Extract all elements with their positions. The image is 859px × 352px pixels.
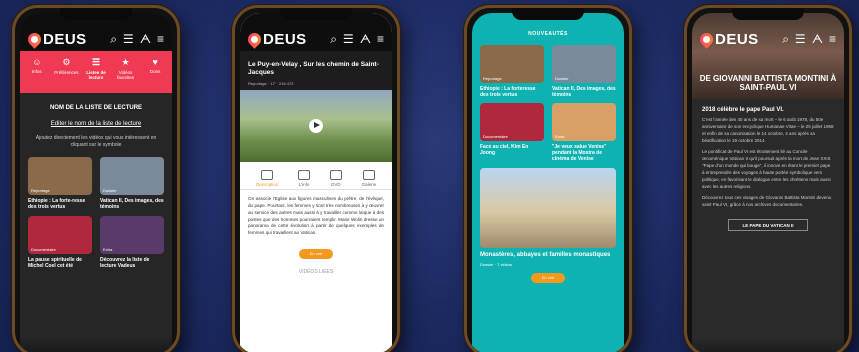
detail-tabs: Description L'info DVD Galerie xyxy=(240,162,392,190)
tab-infos[interactable]: ☺ Infos xyxy=(24,57,50,87)
menu-icon[interactable]: ≡ xyxy=(377,32,384,47)
heart-logo-icon xyxy=(245,29,264,49)
search-icon[interactable]: ⌕ xyxy=(330,32,337,47)
sliders-icon: ⚙ xyxy=(62,57,71,67)
logo[interactable]: DEUS xyxy=(697,29,759,49)
heart-icon: ♥ xyxy=(152,57,158,67)
edit-playlist-link[interactable]: Editer le nom de la liste de lecture xyxy=(20,121,172,127)
phone-playlist: DEUS ⌕ ☰ ᗅ ≡ ☺ Infos ⚙ Préférences ☰ Listes de… xyxy=(12,5,180,352)
star-icon: ★ xyxy=(121,57,130,67)
phone-notch xyxy=(280,8,352,20)
user-icon: ☺ xyxy=(32,57,42,67)
video-card[interactable]: Reportage Ethiopie : La forte-resse des … xyxy=(28,157,92,210)
heart-logo-icon xyxy=(697,29,716,49)
playlist-add-icon[interactable]: ☰ xyxy=(343,32,354,47)
dossier-button[interactable]: LE PAPE DU VATICAN II xyxy=(728,218,808,231)
playlist-title: NOM DE LA LISTE DE LECTURE xyxy=(49,105,143,111)
video-card[interactable]: Reportage Ethiopie : La forteresse des t… xyxy=(480,45,544,98)
phone-video-detail: DEUS ⌕ ☰ ᗅ ≡ Le Puy-en-Velay , Sur les chem… xyxy=(232,5,400,352)
video-card[interactable]: Documentaire La pause spirituelle de Mic… xyxy=(28,216,92,269)
phone-notch xyxy=(512,8,584,20)
dossier-heading: 2018 célèbre le pape Paul VI. xyxy=(702,107,784,113)
playlist-add-icon[interactable]: ☰ xyxy=(123,32,134,47)
see-more-button[interactable]: En voir xyxy=(299,249,333,260)
tab-donations[interactable]: ♥ Dons xyxy=(142,57,168,87)
video-card[interactable]: Dossier Vatican II, Des images, des témo… xyxy=(552,45,616,98)
search-icon[interactable]: ⌕ xyxy=(110,32,117,47)
dossier-paragraph: Le pontificat de Paul VI est étroitement… xyxy=(702,148,832,189)
play-icon[interactable] xyxy=(309,118,323,133)
video-player[interactable] xyxy=(240,89,392,162)
menu-icon[interactable]: ≡ xyxy=(829,32,836,47)
logo[interactable]: DEUS xyxy=(245,29,307,49)
feature-card-image[interactable] xyxy=(480,168,616,248)
playlist-icon: ☰ xyxy=(91,57,101,67)
tab-playlists[interactable]: ☰ Listes de lecture xyxy=(83,57,109,87)
tab-description[interactable]: Description xyxy=(256,169,278,187)
heart-logo-icon xyxy=(25,29,44,49)
video-description: On associe l'Eglise aux figures masculin… xyxy=(248,195,384,236)
tab-dvd[interactable]: DVD xyxy=(329,169,342,187)
phone-notch xyxy=(60,8,132,20)
phone-notch xyxy=(732,8,804,20)
phone-dossier: DEUS ⌕ ☰ ᗅ ≡ DE GIOVANNI BATTISTA MONTINI À… xyxy=(684,5,852,352)
related-videos-heading: VIDÉOS LIÉES xyxy=(298,269,334,276)
tab-gallery[interactable]: Galerie xyxy=(362,169,376,187)
menu-icon[interactable]: ≡ xyxy=(157,32,164,47)
tab-favorites[interactable]: ★ Vidéos favorites xyxy=(113,57,139,87)
dossier-title: DE GIOVANNI BATTISTA MONTINI À SAINT-PAU… xyxy=(699,74,837,93)
phone-new-releases: NOUVEAUTÉS Reportage Ethiopie : La forte… xyxy=(464,5,632,352)
feature-tag: Dossier · 7 vidéos xyxy=(480,261,513,267)
logo[interactable]: DEUS xyxy=(25,29,87,49)
see-more-button[interactable]: En voir xyxy=(531,272,565,283)
user-icon[interactable]: ᗅ xyxy=(812,32,823,47)
video-meta: Reportage · 17' · 216 472 xyxy=(248,80,294,86)
user-icon[interactable]: ᗅ xyxy=(140,32,151,47)
tab-info[interactable]: L'info xyxy=(298,169,311,187)
video-card[interactable]: Extra "Je veux salue Venise" pendant la … xyxy=(552,103,616,162)
playlist-hint: Ajoutez directement les vidéos qui vous … xyxy=(35,135,157,148)
video-title: Le Puy-en-Velay , Sur les chemin de Sain… xyxy=(248,61,379,77)
video-card[interactable]: Documentaire Face au ciel, Kim En Joong xyxy=(480,103,544,162)
user-icon[interactable]: ᗅ xyxy=(360,32,371,47)
feature-title[interactable]: Monastères, abbayes et familles monastiq… xyxy=(480,252,616,260)
profile-tabs: ☺ Infos ⚙ Préférences ☰ Listes de lecture ★… xyxy=(20,51,172,93)
dossier-paragraph: Découvrez tous ces visages de Giovanni B… xyxy=(702,194,832,207)
video-card[interactable]: Dossier Vatican II, Des images, des témo… xyxy=(100,157,164,210)
tab-preferences[interactable]: ⚙ Préférences xyxy=(53,57,79,87)
video-card[interactable]: Extra Découvrez la liste de lecture Vade… xyxy=(100,216,164,269)
playlist-add-icon[interactable]: ☰ xyxy=(795,32,806,47)
search-icon[interactable]: ⌕ xyxy=(782,32,789,47)
dossier-paragraph: C'est l'année des 40 ans de sa mort – le… xyxy=(702,117,834,143)
